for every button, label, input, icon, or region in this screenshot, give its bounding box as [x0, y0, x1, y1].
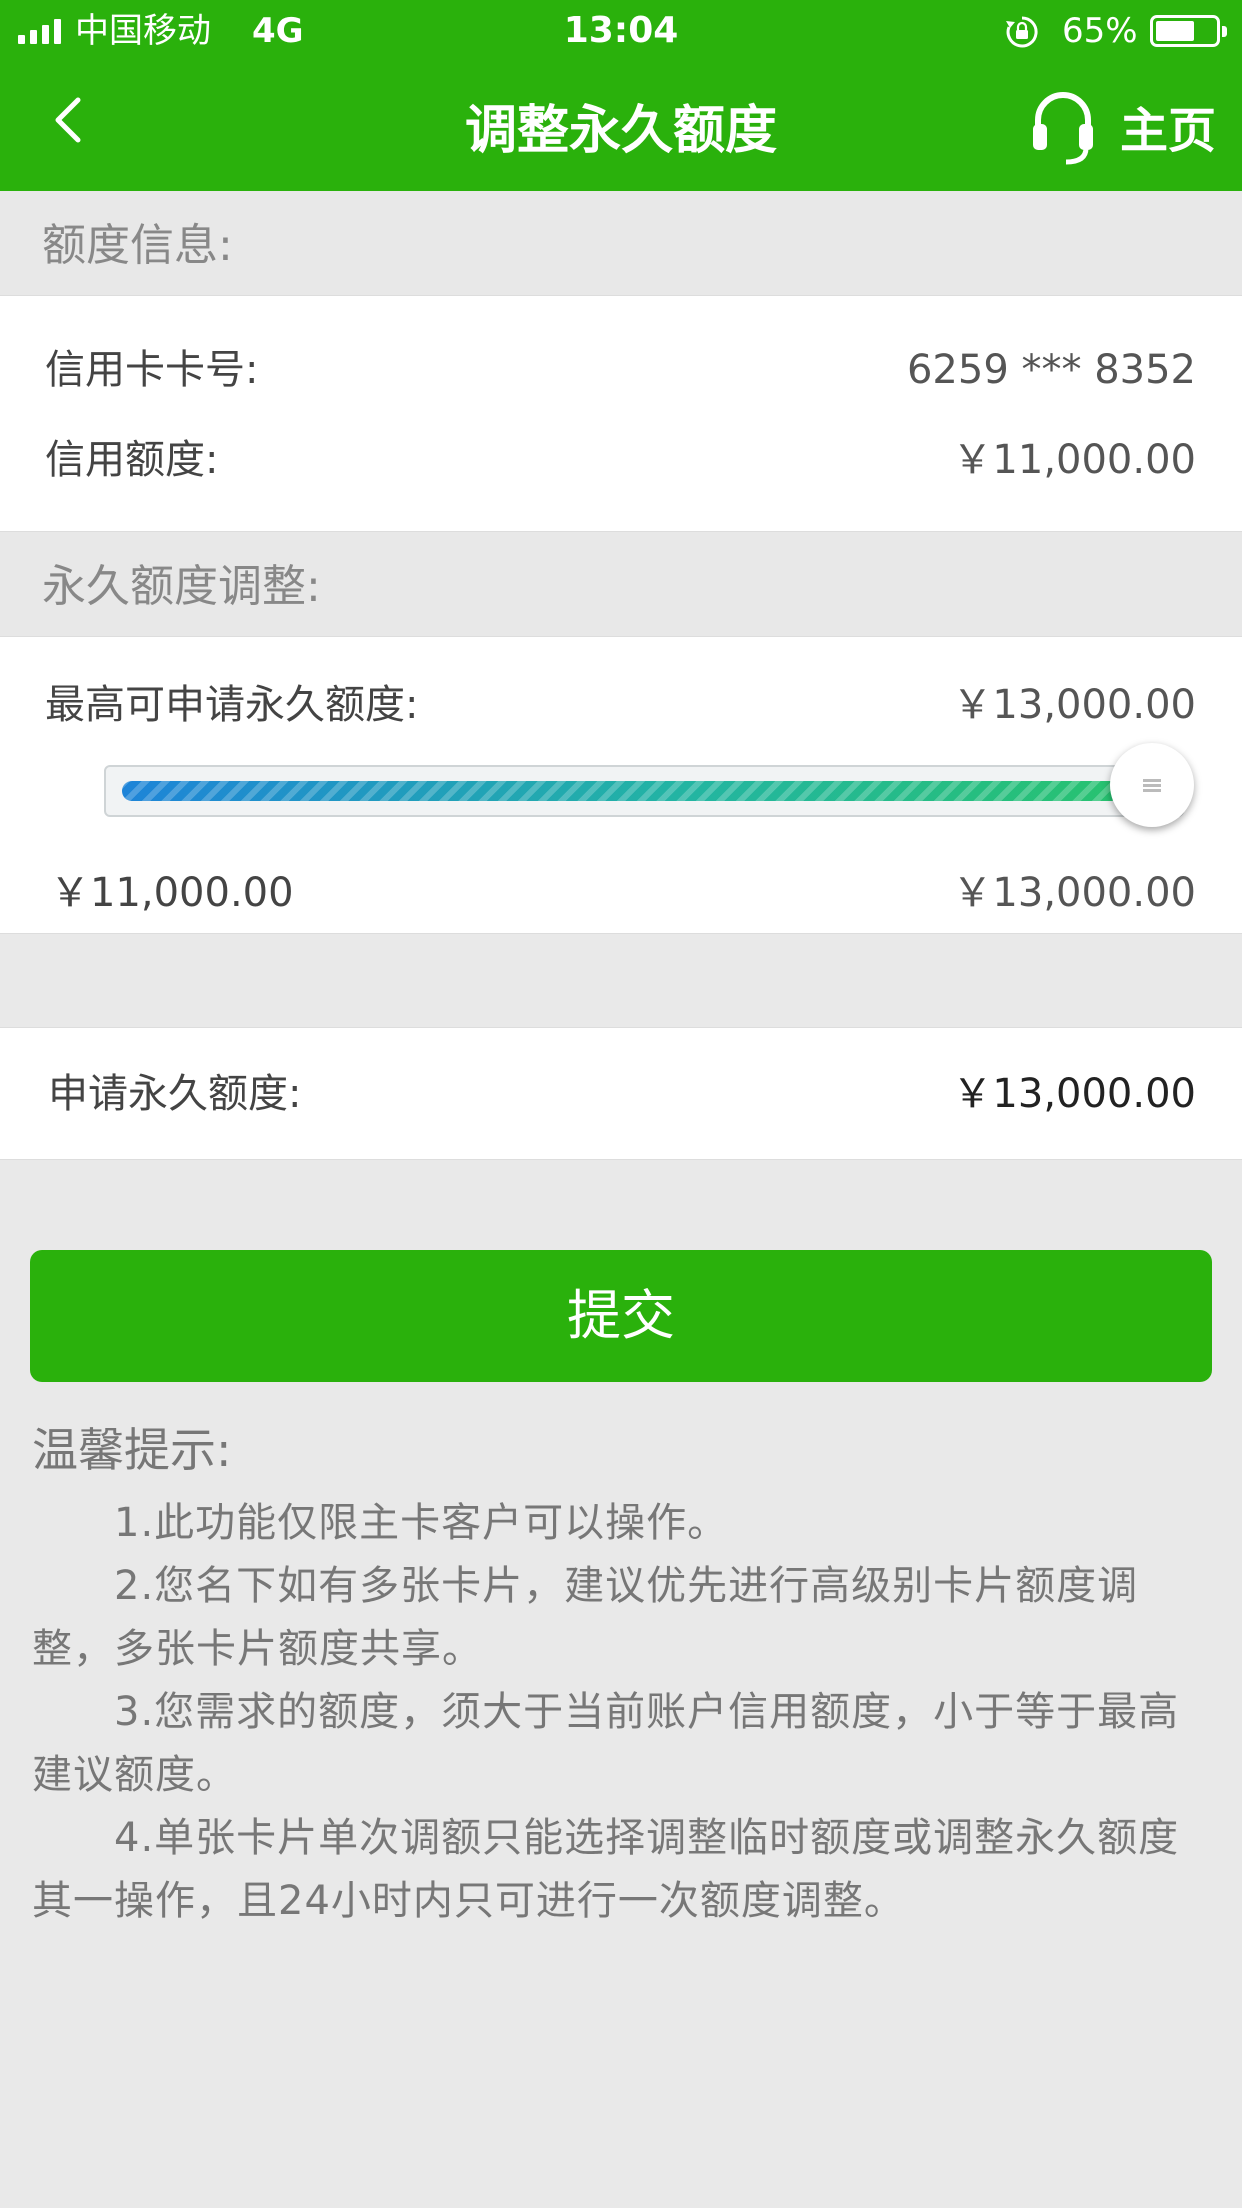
max-limit-value: ￥13,000.00 — [952, 682, 1196, 728]
battery-icon — [1150, 15, 1227, 47]
status-bar: 中国移动 4G 13:04 65% — [0, 0, 1242, 60]
slider-fill — [122, 781, 1150, 801]
slider-min-label: ￥11,000.00 — [50, 870, 294, 916]
tip-item: 2.您名下如有多张卡片，建议优先进行高级别卡片额度调整，多张卡片额度共享。 — [32, 1563, 1139, 1672]
credit-info-title: 额度信息: — [42, 220, 233, 271]
apply-panel: 申请永久额度: ￥13,000.00 — [0, 1027, 1242, 1160]
home-link[interactable]: 主页 — [1120, 96, 1216, 166]
headset-icon[interactable] — [1030, 86, 1096, 166]
adjust-title: 永久额度调整: — [42, 561, 321, 612]
max-limit-label: 最高可申请永久额度: — [45, 682, 419, 728]
apply-limit-value: ￥13,000.00 — [952, 1071, 1196, 1117]
limit-slider[interactable] — [104, 743, 1194, 827]
rotation-lock-icon — [1006, 16, 1038, 48]
tips-title: 温馨提示: — [32, 1423, 232, 1477]
tip-item: 3.您需求的额度，须大于当前账户信用额度，小于等于最高建议额度。 — [32, 1689, 1180, 1798]
submit-button[interactable]: 提交 — [30, 1250, 1212, 1382]
tip-item: 4.单张卡片单次调额只能选择调整临时额度或调整永久额度其一操作，且24小时内只可… — [32, 1815, 1180, 1924]
card-number-value: 6259 *** 8352 — [906, 347, 1196, 393]
status-time: 13:04 — [563, 10, 679, 51]
credit-limit-label: 信用额度: — [45, 437, 219, 483]
nav-bar: 调整永久额度 主页 — [0, 60, 1242, 191]
credit-info-panel: 信用卡卡号: 6259 *** 8352 信用额度: ￥11,000.00 — [0, 295, 1242, 532]
adjust-panel: 最高可申请永久额度: ￥13,000.00 ￥11,000.00 ￥13,000… — [0, 636, 1242, 934]
tip-item: 1.此功能仅限主卡客户可以操作。 — [114, 1500, 729, 1546]
adjust-header: 永久额度调整: — [0, 532, 1242, 637]
top-bar: 中国移动 4G 13:04 65% 调整永久额度 主页 — [0, 0, 1242, 191]
tips-list: 1.此功能仅限主卡客户可以操作。 2.您名下如有多张卡片，建议优先进行高级别卡片… — [32, 1492, 1212, 1933]
battery-percent: 65% — [1062, 11, 1138, 51]
slider-handle[interactable] — [1110, 743, 1194, 827]
card-number-label: 信用卡卡号: — [45, 347, 259, 393]
credit-info-header: 额度信息: — [0, 191, 1242, 296]
apply-limit-label: 申请永久额度: — [48, 1071, 302, 1117]
credit-limit-value: ￥11,000.00 — [952, 437, 1196, 483]
slider-max-label: ￥13,000.00 — [952, 870, 1196, 916]
